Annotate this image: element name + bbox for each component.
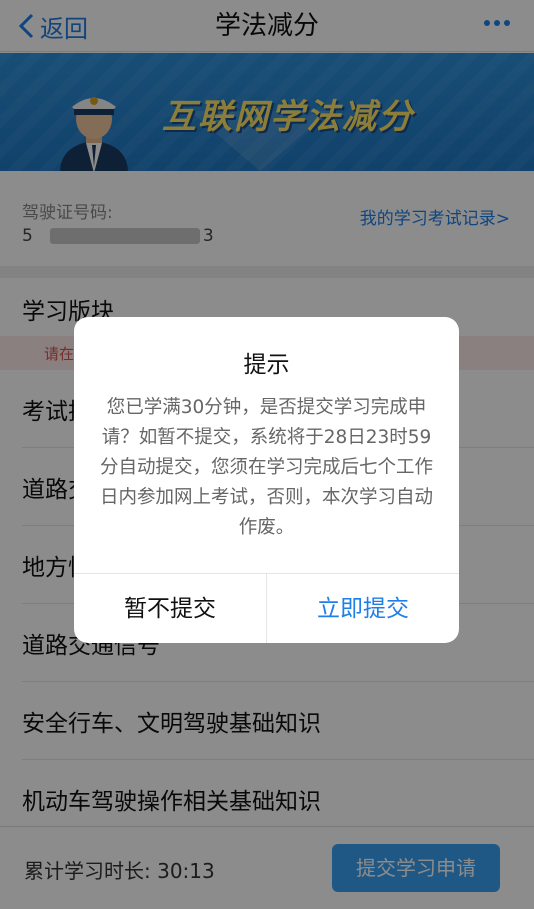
dialog-title: 提示: [243, 352, 290, 378]
dialog-actions: 暂不提交 立即提交: [74, 573, 459, 643]
confirm-dialog: 提示 您已学满30分钟，是否提交学习完成申请？如暂不提交，系统将于28日23时5…: [74, 317, 459, 643]
submit-now-button[interactable]: 立即提交: [267, 574, 459, 643]
dialog-message: 您已学满30分钟，是否提交学习完成申请？如暂不提交，系统将于28日23时59分自…: [99, 397, 433, 538]
defer-submit-button[interactable]: 暂不提交: [74, 574, 267, 643]
